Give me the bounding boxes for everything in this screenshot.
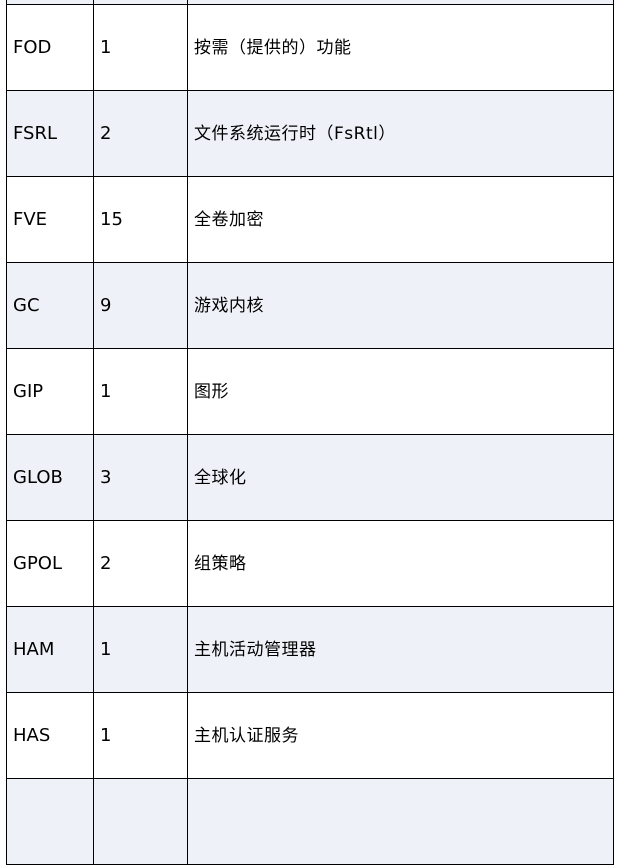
cell-code: GC	[6, 262, 94, 349]
table-row: HAS 1 主机认证服务	[6, 692, 614, 779]
cell-code: HAS	[6, 692, 94, 779]
cell-count: 2	[93, 520, 188, 607]
table-row: GLOB 3 全球化	[6, 434, 614, 521]
cell-count: 2	[93, 90, 188, 177]
cell-count: 9	[93, 262, 188, 349]
cell-description: 文件系统运行时（FsRtl）	[187, 90, 614, 177]
cell-description	[187, 778, 614, 865]
table-row: GC 9 游戏内核	[6, 262, 614, 349]
cell-count: 1	[93, 606, 188, 693]
cell-count: 1	[93, 692, 188, 779]
table-row: FVE 15 全卷加密	[6, 176, 614, 263]
table-row: GIP 1 图形	[6, 348, 614, 435]
table-row: FSRL 2 文件系统运行时（FsRtl）	[6, 90, 614, 177]
cell-count: 1	[93, 4, 188, 91]
table-row: FOD 1 按需（提供的）功能	[6, 4, 614, 91]
cell-code: FOD	[6, 4, 94, 91]
cell-count	[93, 778, 188, 865]
cell-code: FSRL	[6, 90, 94, 177]
cell-code: GPOL	[6, 520, 94, 607]
cell-count: 15	[93, 176, 188, 263]
prefix-table-container: FOD 1 按需（提供的）功能 FSRL 2 文件系统运行时（FsRtl） FV…	[6, 0, 614, 865]
cell-description: 按需（提供的）功能	[187, 4, 614, 91]
cell-description: 全卷加密	[187, 176, 614, 263]
cell-count: 1	[93, 348, 188, 435]
cell-description: 游戏内核	[187, 262, 614, 349]
cell-code: FVE	[6, 176, 94, 263]
cell-description: 主机活动管理器	[187, 606, 614, 693]
cell-description: 图形	[187, 348, 614, 435]
cell-code: GLOB	[6, 434, 94, 521]
prefix-table: FOD 1 按需（提供的）功能 FSRL 2 文件系统运行时（FsRtl） FV…	[6, 0, 614, 865]
table-row	[6, 778, 614, 865]
cell-code	[6, 778, 94, 865]
cell-count: 3	[93, 434, 188, 521]
cell-description: 全球化	[187, 434, 614, 521]
cell-description: 组策略	[187, 520, 614, 607]
cell-code: GIP	[6, 348, 94, 435]
cell-code: HAM	[6, 606, 94, 693]
cell-description: 主机认证服务	[187, 692, 614, 779]
table-row: GPOL 2 组策略	[6, 520, 614, 607]
table-row: HAM 1 主机活动管理器	[6, 606, 614, 693]
